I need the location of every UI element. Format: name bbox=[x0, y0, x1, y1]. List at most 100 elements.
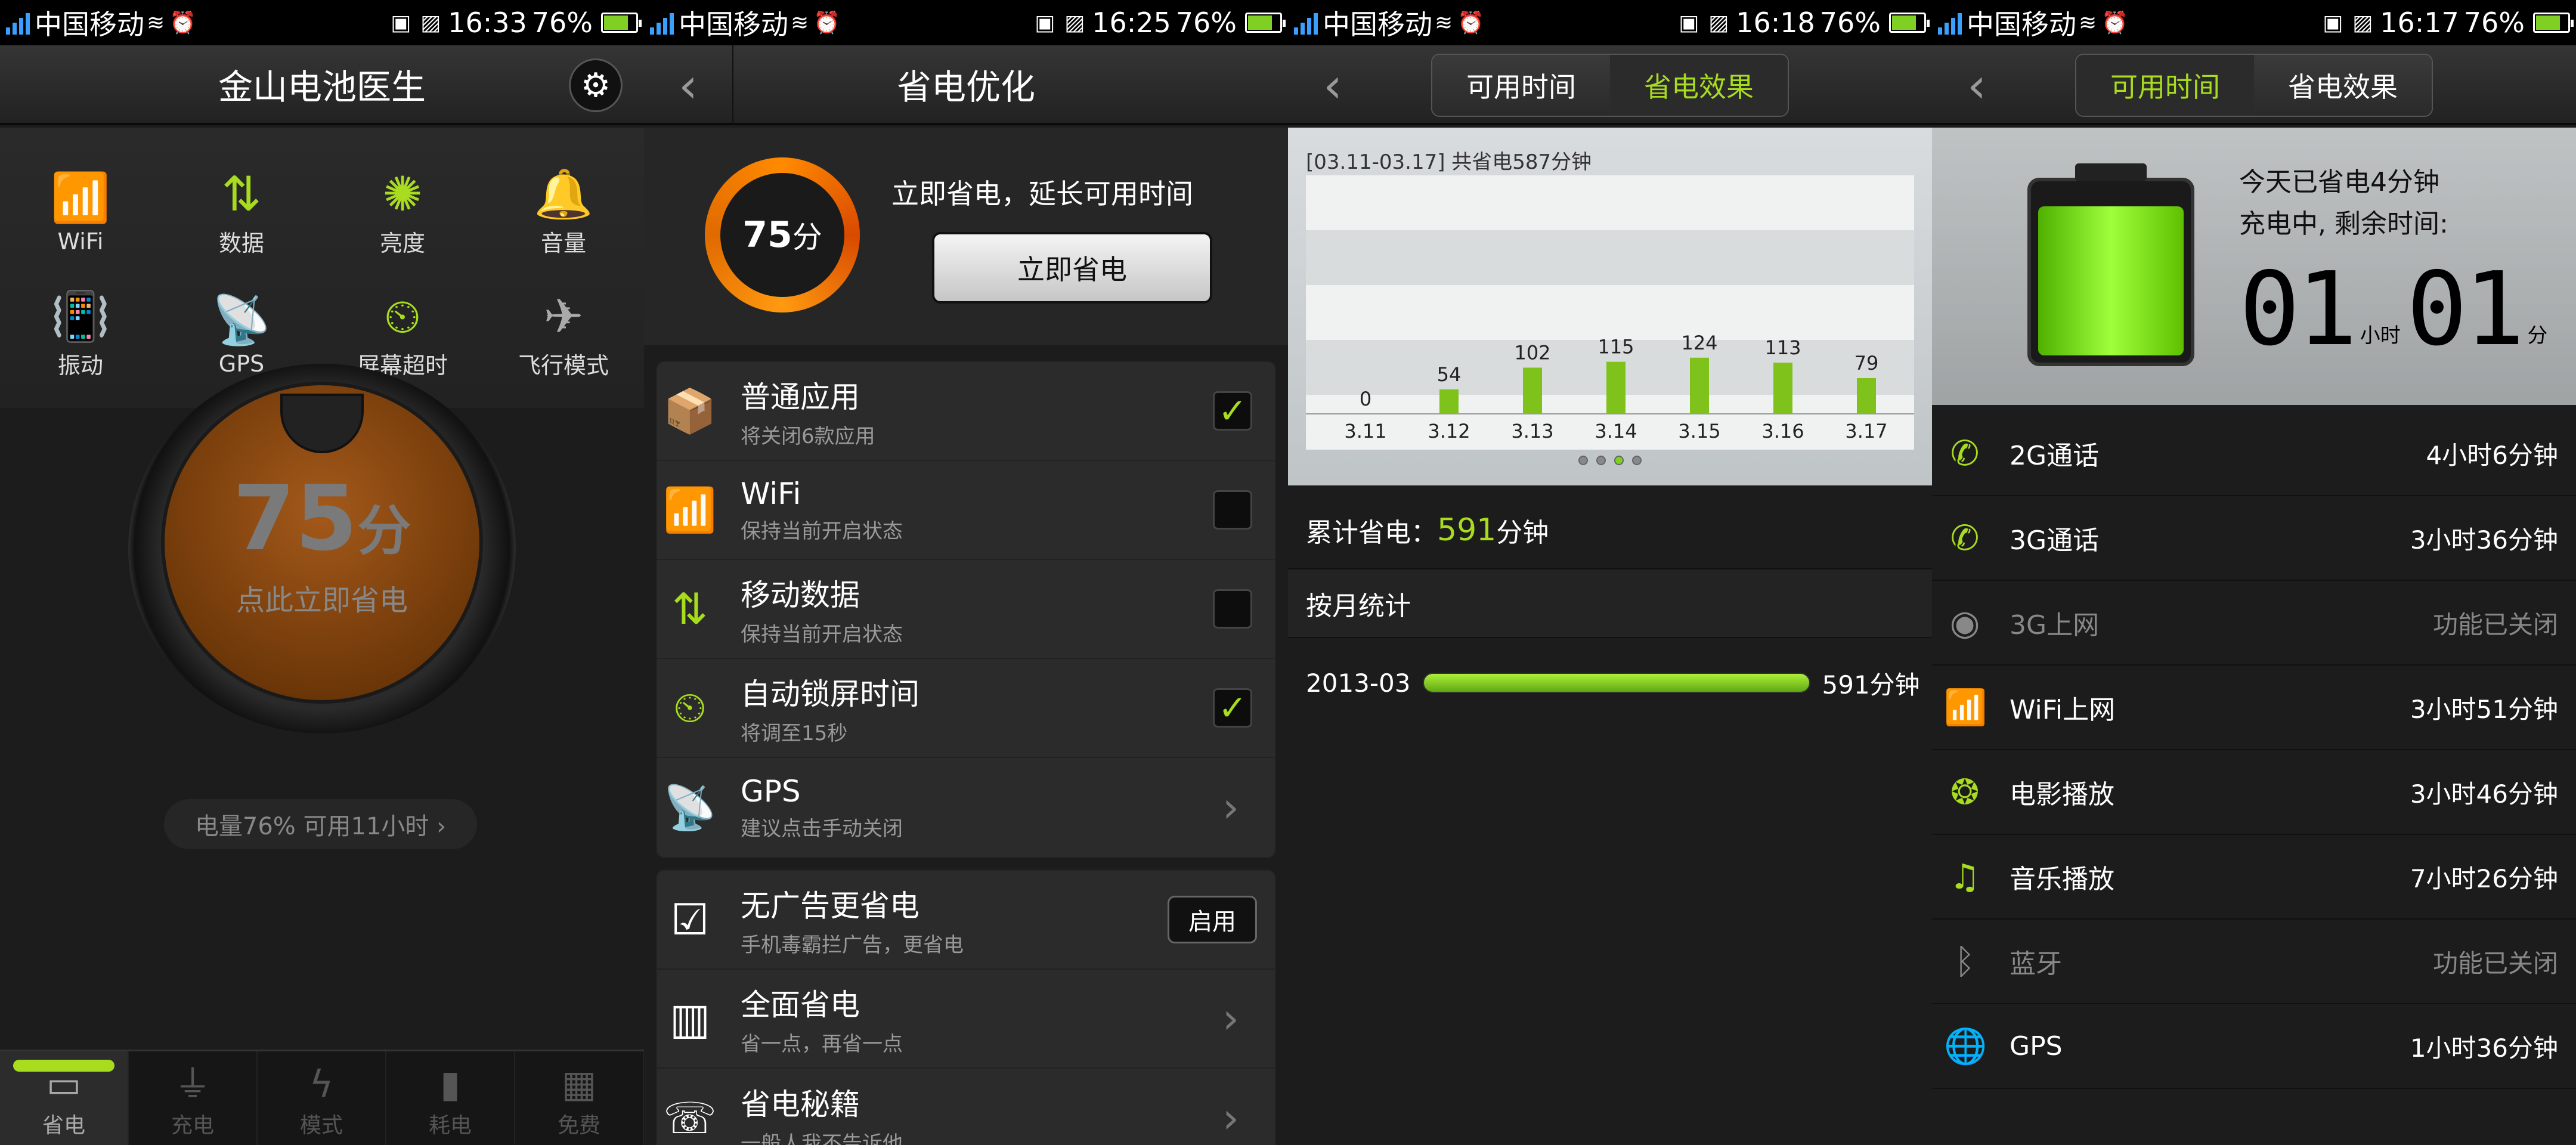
battery-info-pill[interactable]: 电量76% 可用11小时 › bbox=[164, 799, 477, 849]
minutes-unit: 分 bbox=[2527, 324, 2548, 348]
signal-icon bbox=[1294, 11, 1318, 35]
month-bar bbox=[1422, 673, 1810, 693]
tab-save-effect[interactable]: 省电效果 bbox=[1610, 55, 1788, 116]
quick-toggle-brightness[interactable]: ✺ 亮度 bbox=[322, 151, 483, 274]
usage-row[interactable]: ᛒ 蓝牙 功能已关闭 bbox=[1932, 920, 2576, 1004]
tab-available-time[interactable]: 可用时间 bbox=[2076, 55, 2254, 116]
chevron-right-icon[interactable]: › bbox=[1222, 994, 1239, 1043]
nav-tab-1[interactable]: ⏚ 充电 bbox=[129, 1051, 258, 1145]
battery-percent: 76% bbox=[1175, 7, 1237, 39]
dial-score: 75分 bbox=[233, 467, 411, 571]
list-item[interactable]: 📶 WiFi 保持当前开启状态 bbox=[657, 461, 1275, 560]
tick-label: 3.16 bbox=[1761, 420, 1804, 442]
nav-label: 模式 bbox=[299, 1113, 343, 1138]
month-row: 2013-03 591分钟 bbox=[1288, 644, 1932, 722]
usage-row[interactable]: 🌐 GPS 1小时36分钟 bbox=[1932, 1004, 2576, 1089]
quick-toggle-label: 音量 bbox=[540, 230, 586, 256]
usage-row[interactable]: 📶 WiFi上网 3小时51分钟 bbox=[1932, 666, 2576, 750]
item-subtitle: 将关闭6款应用 bbox=[741, 424, 875, 448]
list-item[interactable]: 📡 GPS 建议点击手动关闭 › bbox=[657, 758, 1275, 857]
back-icon[interactable]: ‹ bbox=[1288, 45, 1377, 125]
nav-tab-2[interactable]: ϟ 模式 bbox=[258, 1051, 386, 1145]
phone-2g-icon: ✆ bbox=[1950, 433, 1980, 474]
wifi-icon: ≋ bbox=[147, 10, 165, 35]
usage-row[interactable]: ❂ 电影播放 3小时46分钟 bbox=[1932, 750, 2576, 835]
title-bar: ‹ 省电优化 bbox=[644, 45, 1288, 125]
usage-row[interactable]: ♫ 音乐播放 7小时26分钟 bbox=[1932, 835, 2576, 920]
list-item[interactable]: ⇅ 移动数据 保持当前开启状态 bbox=[657, 560, 1275, 659]
usage-row[interactable]: ✆ 3G通话 3小时36分钟 bbox=[1932, 496, 2576, 581]
list-item[interactable]: ☏ 省电秘籍 一般人我不告诉他 › bbox=[657, 1069, 1275, 1145]
item-title: 自动锁屏时间 bbox=[741, 676, 919, 711]
extra-list: ☑ 无广告更省电 手机毒霸拦广告，更省电 启用 ▥ 全面省电 省一点，再省一点 › ☏ 省电秘籍一… bbox=[656, 869, 1276, 1145]
nav-label: 充电 bbox=[171, 1113, 214, 1138]
item-subtitle: 保持当前开启状态 bbox=[741, 622, 903, 646]
tab-available-time[interactable]: 可用时间 bbox=[1432, 55, 1610, 116]
quick-toggle-label: 数据 bbox=[218, 230, 264, 256]
checkbox[interactable]: ✓ bbox=[1213, 391, 1252, 431]
tick-label: 3.17 bbox=[1845, 420, 1887, 442]
quick-toggle-wifi[interactable]: 📶 WiFi bbox=[0, 151, 161, 274]
usage-row[interactable]: ✆ 2G通话 4小时6分钟 bbox=[1932, 411, 2576, 496]
quick-toggle-airplane[interactable]: ✈ 飞行模式 bbox=[483, 274, 644, 396]
mute-icon: ▣ bbox=[2323, 10, 2343, 35]
status-right: ▣ ▨ 16:25 76% bbox=[1032, 7, 1286, 39]
back-icon[interactable]: ‹ bbox=[1932, 45, 2021, 125]
page-dots bbox=[1288, 456, 1932, 465]
checkbox[interactable] bbox=[1213, 490, 1252, 530]
checkbox[interactable] bbox=[1213, 589, 1252, 629]
page-title: 金山电池医生 bbox=[218, 67, 426, 107]
chevron-right-icon[interactable]: › bbox=[1222, 783, 1239, 832]
app-box-icon: 📦 bbox=[663, 385, 717, 436]
nav-tab-4[interactable]: ▦ 免费 bbox=[515, 1051, 644, 1145]
title-bar: ‹ 可用时间 省电效果 bbox=[1288, 45, 1932, 125]
chat-icon: ☏ bbox=[662, 1093, 717, 1143]
quick-toggle-label: 亮度 bbox=[379, 230, 425, 256]
list-item[interactable]: ☑ 无广告更省电 手机毒霸拦广告，更省电 启用 bbox=[657, 871, 1275, 970]
quick-toggle-vibrate[interactable]: 📳 振动 bbox=[0, 274, 161, 396]
back-icon[interactable]: ‹ bbox=[644, 45, 733, 125]
settings-gear-icon[interactable]: ⚙ bbox=[569, 58, 623, 112]
usage-value: 3小时51分钟 bbox=[2410, 694, 2558, 724]
bluetooth-icon: ᛒ bbox=[1954, 941, 1976, 982]
list-item[interactable]: 📦 普通应用 将关闭6款应用 ✓ bbox=[657, 362, 1275, 461]
usage-label: 音乐播放 bbox=[2010, 864, 2114, 895]
save-now-button[interactable]: 立即省电 bbox=[932, 232, 1212, 304]
item-text: 省电秘籍 一般人我不告诉他 bbox=[741, 1081, 1222, 1145]
status-bar: 中国移动 ≋ ⏰ ▣ ▨ 16:18 76% bbox=[1288, 0, 1932, 45]
status-bar: 中国移动 ≋ ⏰ ▣ ▨ 16:25 76% bbox=[644, 0, 1288, 45]
list-item[interactable]: ⏲ 自动锁屏时间 将调至15秒 ✓ bbox=[657, 659, 1275, 758]
mute-icon: ▣ bbox=[1035, 10, 1055, 35]
nav-tab-0[interactable]: ▭ 省电 bbox=[0, 1051, 129, 1145]
list-item[interactable]: ▥ 全面省电 省一点，再省一点 › bbox=[657, 970, 1275, 1069]
month-label: 2013-03 bbox=[1306, 668, 1411, 698]
usage-row[interactable]: ◉ 3G上网 功能已关闭 bbox=[1932, 581, 2576, 666]
usage-label: WiFi上网 bbox=[2010, 695, 2116, 725]
quick-toggle-bell[interactable]: 🔔 音量 bbox=[483, 151, 644, 274]
tab-save-effect[interactable]: 省电效果 bbox=[2254, 55, 2432, 116]
weekly-chart: [03.11-03.17] 共省电587分钟 0 3.11 54 3.12 102 3.1… bbox=[1288, 128, 1932, 485]
monthly-label: 按月统计 bbox=[1306, 591, 1411, 621]
signal-icon bbox=[6, 11, 30, 35]
usage-label: 3G通话 bbox=[2010, 525, 2100, 556]
battery-percent: 76% bbox=[2463, 7, 2525, 39]
grid-band bbox=[1306, 285, 1914, 340]
item-text: WiFi 保持当前开启状态 bbox=[741, 476, 1213, 544]
image-icon: ▨ bbox=[2352, 10, 2373, 35]
wifi-icon: ≋ bbox=[1435, 10, 1453, 35]
item-title: 省电秘籍 bbox=[741, 1087, 860, 1122]
mute-icon: ▣ bbox=[391, 10, 411, 35]
battery-percent: 76% bbox=[531, 7, 593, 39]
wifi-icon: 📶 bbox=[51, 169, 110, 225]
clock: 16:33 bbox=[448, 7, 527, 39]
checkbox[interactable]: ✓ bbox=[1213, 688, 1252, 728]
wifi-icon: ≋ bbox=[2079, 10, 2097, 35]
score-ring: 75 分 bbox=[705, 157, 860, 312]
chevron-right-icon[interactable]: › bbox=[1222, 1094, 1239, 1143]
nav-tab-3[interactable]: ▮ 耗电 bbox=[386, 1051, 515, 1145]
item-title: WiFi bbox=[741, 476, 801, 511]
enable-button[interactable]: 启用 bbox=[1168, 896, 1257, 943]
tab-switch: 可用时间 省电效果 bbox=[2075, 54, 2433, 117]
quick-toggle-data[interactable]: ⇅ 数据 bbox=[161, 151, 322, 274]
shield-check-icon: ☑ bbox=[670, 895, 710, 945]
